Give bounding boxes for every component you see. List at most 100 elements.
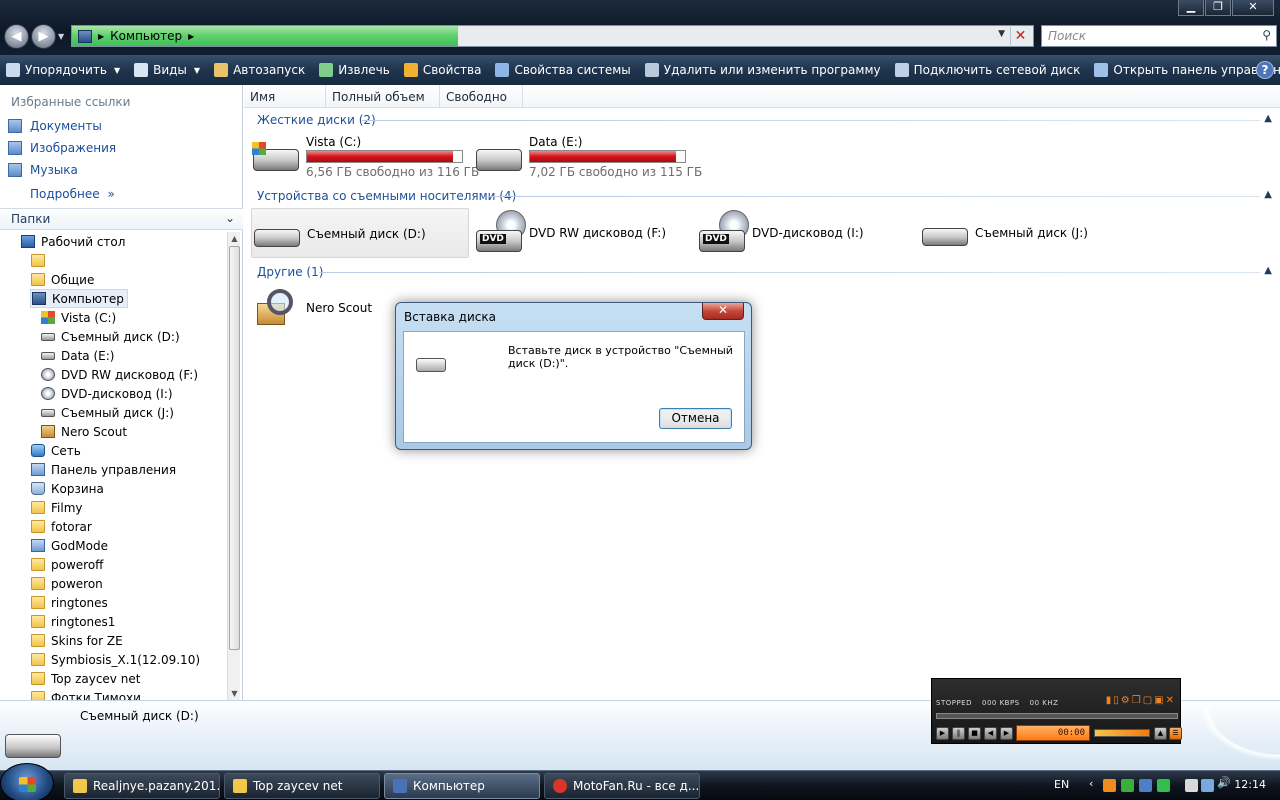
- eject-icon[interactable]: ▲: [1154, 727, 1167, 740]
- group-removable[interactable]: Устройства со съемными носителями (4): [257, 189, 516, 203]
- tree-item[interactable]: Фотки Тимохи: [30, 688, 144, 700]
- language-indicator[interactable]: EN: [1054, 778, 1069, 791]
- tree-item[interactable]: Общие: [30, 270, 97, 289]
- tree-scrollbar[interactable]: ▲ ▼: [227, 232, 240, 700]
- group-other[interactable]: Другие (1): [257, 265, 323, 279]
- toolbar-button-3[interactable]: Извлечь: [319, 63, 390, 77]
- column-name[interactable]: Имя: [244, 85, 326, 108]
- scroll-up-icon[interactable]: ▲: [228, 232, 241, 245]
- tree-item[interactable]: Корзина: [30, 479, 107, 498]
- network-icon[interactable]: [1201, 779, 1214, 792]
- favorite-pictures[interactable]: Изображения: [8, 141, 116, 155]
- breadcrumb-arrow-icon[interactable]: ▶: [98, 32, 104, 41]
- scroll-down-icon[interactable]: ▼: [228, 687, 241, 700]
- column-total-size[interactable]: Полный объем: [326, 85, 440, 108]
- recent-pages-dropdown[interactable]: ▼: [58, 32, 64, 41]
- taskbar-button[interactable]: Realjnye.pazany.201...: [64, 773, 220, 799]
- play-icon[interactable]: ▶: [936, 727, 949, 740]
- toolbar-button-5[interactable]: Свойства системы: [495, 63, 631, 77]
- dialog-close-button[interactable]: ✕: [702, 303, 744, 320]
- tree-item[interactable]: Съемный диск (D:): [40, 327, 183, 346]
- nero-scout-item[interactable]: Nero Scout: [251, 285, 381, 335]
- toolbar-button-0[interactable]: Упорядочить ▼: [6, 63, 120, 77]
- toolbar-button-2[interactable]: Автозапуск: [214, 63, 305, 77]
- address-bar[interactable]: ▶ Компьютер ▶ ▼ ✕: [71, 25, 1034, 47]
- breadcrumb-arrow-icon[interactable]: ▶: [188, 32, 194, 41]
- tree-item[interactable]: Data (E:): [40, 346, 117, 365]
- toolbar-button-8[interactable]: Открыть панель управления: [1094, 63, 1280, 77]
- close-button[interactable]: ✕: [1232, 0, 1274, 16]
- removable-device-item[interactable]: Съемный диск (J:): [920, 208, 1138, 258]
- taskbar-button[interactable]: Top zaycev net: [224, 773, 380, 799]
- collapse-hard-drives-icon[interactable]: ▲: [1264, 113, 1272, 124]
- back-button[interactable]: ◀: [4, 24, 29, 49]
- next-icon[interactable]: ▶: [1000, 727, 1013, 740]
- hard-drive-item[interactable]: Data (E:) 7,02 ГБ свободно из 115 ГБ: [474, 133, 702, 181]
- chevron-down-icon[interactable]: ⌄: [225, 211, 235, 225]
- tree-item[interactable]: Nero Scout: [40, 422, 130, 441]
- tray-app-icon[interactable]: [1139, 779, 1152, 792]
- tree-item[interactable]: Filmy: [30, 498, 86, 517]
- tree-item[interactable]: Symbiosis_X.1(12.09.10): [30, 650, 203, 669]
- player-seek-bar[interactable]: [936, 713, 1178, 719]
- more-link[interactable]: Подробнее »: [30, 187, 115, 201]
- taskbar-button[interactable]: Компьютер: [384, 773, 540, 799]
- tree-item[interactable]: Рабочий стол: [20, 232, 128, 251]
- taskbar-button[interactable]: MotoFan.Ru - все д...: [544, 773, 700, 799]
- hard-drive-item[interactable]: Vista (C:) 6,56 ГБ свободно из 116 ГБ: [251, 133, 479, 181]
- toolbar-button-4[interactable]: Свойства: [403, 63, 481, 77]
- tree-item[interactable]: ringtones1: [30, 612, 118, 631]
- breadcrumb-computer[interactable]: Компьютер: [110, 29, 182, 43]
- group-hard-drives[interactable]: Жесткие диски (2): [257, 113, 376, 127]
- player-menu-icon[interactable]: ☰: [1169, 727, 1182, 740]
- tree-item[interactable]: fotorar: [30, 517, 95, 536]
- tray-app-icon[interactable]: [1121, 779, 1134, 792]
- removable-device-item[interactable]: DVD RW дисковод (F:): [474, 208, 692, 258]
- tree-item[interactable]: Панель управления: [30, 460, 179, 479]
- tree-item[interactable]: ringtones: [30, 593, 111, 612]
- previous-icon[interactable]: ◀: [984, 727, 997, 740]
- address-dropdown-icon[interactable]: ▼: [998, 29, 1005, 39]
- tree-item[interactable]: Сеть: [30, 441, 84, 460]
- tray-check-icon[interactable]: [1157, 779, 1170, 792]
- volume-icon[interactable]: 🔊: [1217, 776, 1231, 789]
- toolbar-button-1[interactable]: Виды ▼: [134, 63, 200, 77]
- tree-item[interactable]: poweroff: [30, 555, 106, 574]
- tray-app-icon[interactable]: [1103, 779, 1116, 792]
- tree-item[interactable]: [30, 251, 54, 270]
- show-hidden-icons-icon[interactable]: ‹: [1089, 777, 1102, 790]
- scroll-thumb[interactable]: [229, 246, 240, 650]
- tree-item[interactable]: Съемный диск (J:): [40, 403, 177, 422]
- maximize-button[interactable]: ❐: [1205, 0, 1231, 16]
- minimize-button[interactable]: ▁: [1178, 0, 1204, 16]
- clock[interactable]: 12:14: [1234, 778, 1266, 791]
- favorite-music[interactable]: Музыка: [8, 163, 78, 177]
- removable-device-item[interactable]: DVD-дисковод (I:): [697, 208, 915, 258]
- tree-item[interactable]: Top zaycev net: [30, 669, 143, 688]
- forward-button[interactable]: ▶: [31, 24, 56, 49]
- player-volume-slider[interactable]: [1094, 729, 1150, 737]
- search-input[interactable]: Поиск ⚲: [1041, 25, 1277, 47]
- column-free-space[interactable]: Свободно: [440, 85, 523, 108]
- help-button[interactable]: ?: [1256, 61, 1274, 79]
- safely-remove-icon[interactable]: [1185, 779, 1198, 792]
- pause-icon[interactable]: ‖: [952, 727, 965, 740]
- collapse-removable-icon[interactable]: ▲: [1264, 189, 1272, 200]
- tree-item[interactable]: DVD-дисковод (I:): [40, 384, 176, 403]
- player-window-icons[interactable]: ▮▯⚙❐▢▣✕: [1106, 695, 1176, 706]
- stop-icon[interactable]: ✕: [1010, 27, 1030, 45]
- tree-item[interactable]: Vista (C:): [40, 308, 119, 327]
- search-icon[interactable]: ⚲: [1262, 28, 1271, 42]
- tree-item[interactable]: GodMode: [30, 536, 111, 555]
- collapse-other-icon[interactable]: ▲: [1264, 265, 1272, 276]
- cancel-button[interactable]: Отмена: [659, 408, 732, 429]
- toolbar-button-6[interactable]: Удалить или изменить программу: [644, 63, 881, 77]
- folders-header[interactable]: Папки ⌄: [0, 208, 243, 230]
- start-button[interactable]: [0, 763, 54, 800]
- removable-device-item[interactable]: Съемный диск (D:): [251, 208, 469, 258]
- tree-item[interactable]: DVD RW дисковод (F:): [40, 365, 201, 384]
- toolbar-button-7[interactable]: Подключить сетевой диск: [894, 63, 1080, 77]
- tree-item[interactable]: Компьютер: [30, 289, 128, 308]
- tree-item[interactable]: Skins for ZE: [30, 631, 126, 650]
- favorite-documents[interactable]: Документы: [8, 119, 102, 133]
